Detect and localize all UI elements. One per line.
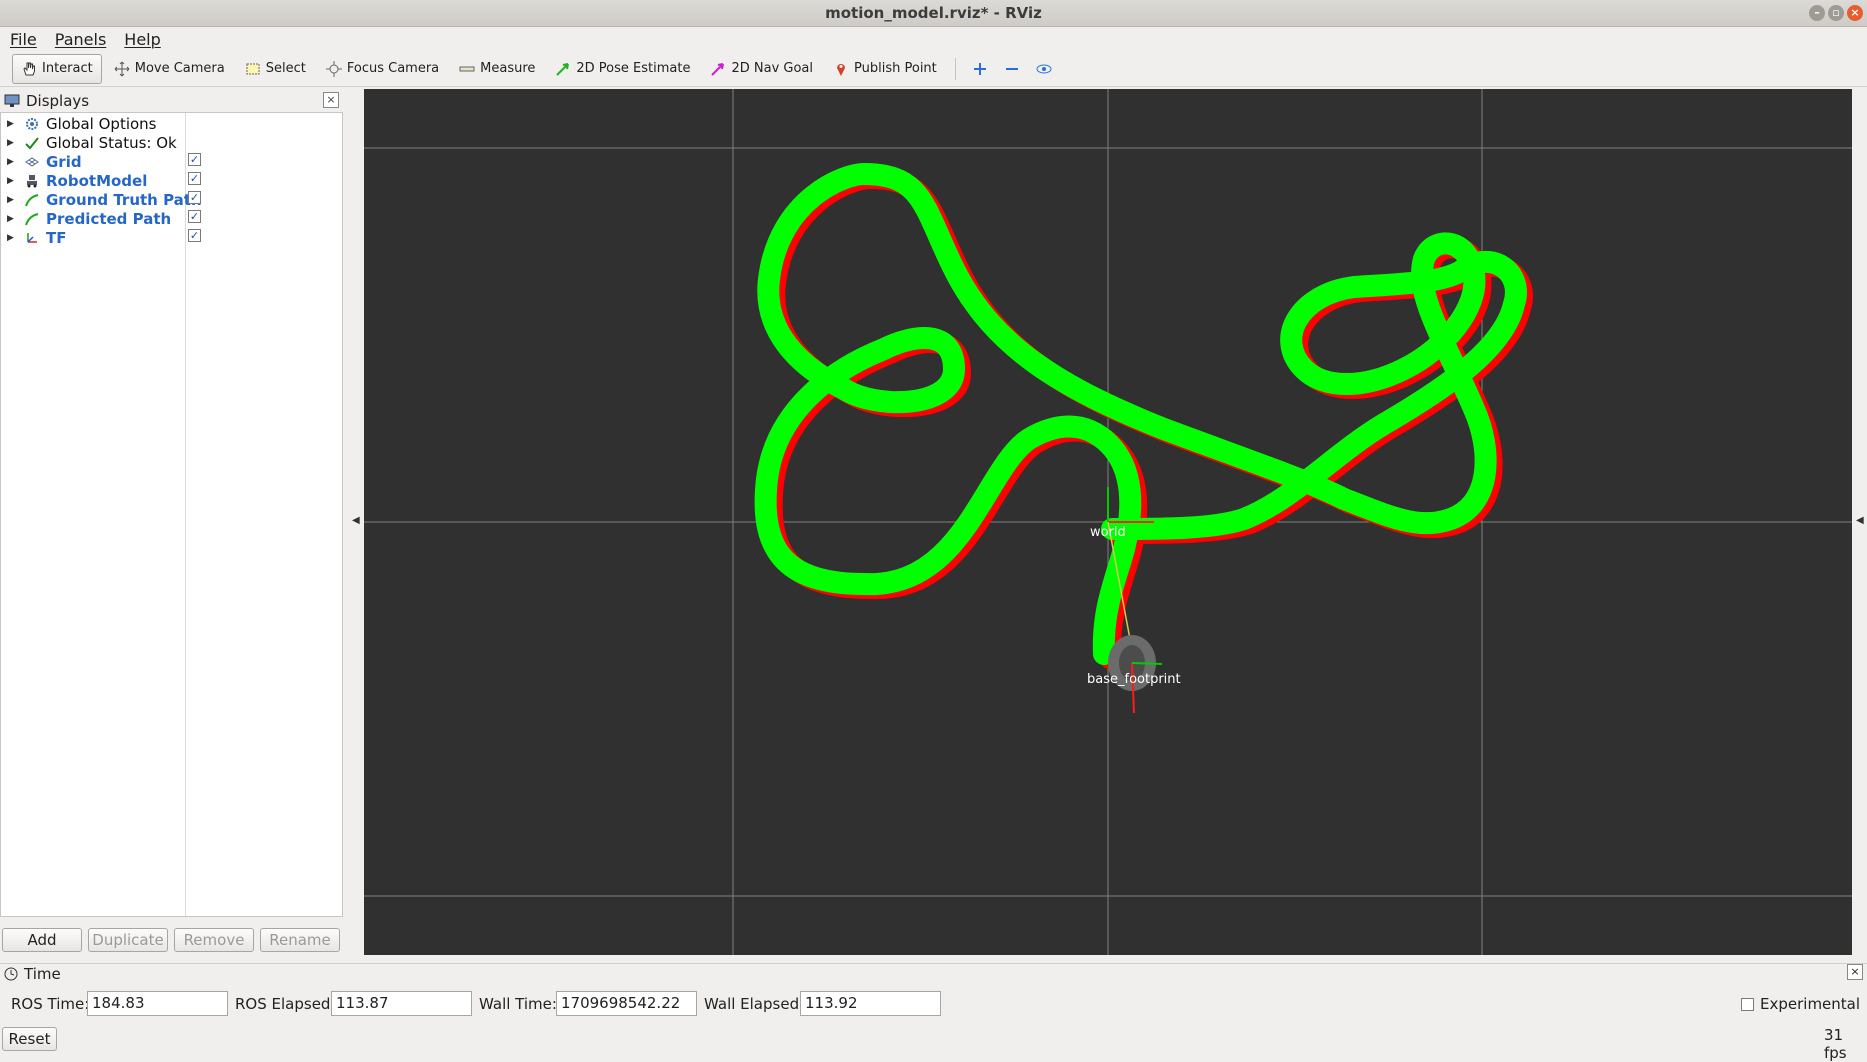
grid-enabled-checkbox[interactable]: ✓ [188, 153, 201, 166]
tool-move-camera[interactable]: Move Camera [106, 54, 233, 84]
tf-enabled-checkbox[interactable]: ✓ [188, 229, 201, 242]
menu-panels[interactable]: Panels [55, 30, 107, 49]
monitor-icon [4, 94, 20, 107]
display-row-tf[interactable]: ▶ TF [1, 228, 341, 247]
ros-time-label: ROS Time: [11, 995, 90, 1013]
toolbar-separator [954, 57, 956, 80]
displays-tree: ▶ Global Options ▶ Global Status: Ok ▶ G… [0, 112, 343, 917]
select-icon [246, 63, 260, 74]
tool-focus-camera[interactable]: Focus Camera [318, 54, 447, 84]
experimental-toggle[interactable]: Experimental [1741, 995, 1860, 1013]
display-row-global-options[interactable]: ▶ Global Options [1, 114, 341, 133]
fps-readout: 31 fps [1824, 1026, 1847, 1062]
experimental-checkbox[interactable] [1741, 997, 1754, 1011]
time-fields-row: ROS Time: 184.83 ROS Elapsed: 113.87 Wal… [0, 991, 1867, 1016]
checkmark-icon [25, 136, 39, 149]
menu-bar: File Panels Help [0, 27, 1867, 51]
minus-icon [1005, 67, 1018, 70]
ros-time-field[interactable]: 184.83 [87, 991, 228, 1016]
wall-time-label: Wall Time: [479, 995, 557, 1013]
remove-display-button[interactable]: Remove [174, 928, 254, 952]
tool-measure[interactable]: Measure [451, 54, 543, 84]
3d-render-view[interactable]: world base_footprint [364, 89, 1852, 955]
world-frame-label: world [1090, 525, 1126, 540]
add-display-button[interactable]: Add [2, 928, 82, 952]
rename-display-button[interactable]: Rename [260, 928, 340, 952]
experimental-label: Experimental [1760, 995, 1861, 1013]
reset-time-button[interactable]: Reset [2, 1027, 57, 1051]
expand-arrow-icon[interactable]: ▶ [7, 119, 17, 129]
view-options-button[interactable] [1030, 55, 1058, 83]
display-row-robotmodel[interactable]: ▶ RobotModel [1, 171, 341, 190]
clock-icon [4, 967, 18, 980]
ros-elapsed-label: ROS Elapsed: [235, 995, 336, 1013]
display-row-predicted-path[interactable]: ▶ Predicted Path [1, 209, 341, 228]
tf-axes-icon [27, 232, 37, 243]
predicted-path-enabled-checkbox[interactable]: ✓ [188, 210, 201, 223]
ground-truth-path-enabled-checkbox[interactable]: ✓ [188, 191, 201, 204]
displays-close-button[interactable]: × [323, 92, 339, 108]
collapse-left-panel-handle[interactable]: ◀ [352, 515, 360, 526]
pose-estimate-arrow-icon [556, 62, 570, 76]
tool-2d-nav-goal[interactable]: 2D Nav Goal [702, 54, 821, 84]
wall-time-field[interactable]: 1709698542.22 [556, 991, 697, 1016]
maximize-button[interactable]: ▫ [1828, 5, 1844, 21]
wall-elapsed-field[interactable]: 113.92 [800, 991, 941, 1016]
robotmodel-enabled-checkbox[interactable]: ✓ [188, 172, 201, 185]
expand-arrow-icon[interactable]: ▶ [7, 233, 17, 243]
time-panel-close-button[interactable]: × [1847, 964, 1863, 980]
path-icon [25, 212, 39, 225]
tool-toolbar: Interact Move Camera Select Focus Camera… [0, 51, 1867, 87]
displays-panel-header: Displays [0, 90, 343, 112]
scene-canvas[interactable]: world base_footprint [364, 89, 1852, 955]
wall-elapsed-label: Wall Elapsed: [704, 995, 805, 1013]
tool-publish-point[interactable]: Publish Point [825, 54, 945, 84]
displays-button-row: Add Duplicate Remove Rename [2, 928, 340, 952]
menu-help[interactable]: Help [124, 30, 160, 49]
minimize-button[interactable]: – [1809, 5, 1825, 21]
robot-icon [27, 174, 37, 187]
tool-2d-pose-estimate[interactable]: 2D Pose Estimate [547, 54, 698, 84]
expand-arrow-icon[interactable]: ▶ [7, 157, 17, 167]
expand-arrow-icon[interactable]: ▶ [7, 195, 17, 205]
window-title-bar: motion_model.rviz* - RViz – ▫ × [0, 0, 1867, 27]
close-window-button[interactable]: × [1847, 5, 1863, 21]
time-panel-header: Time [0, 963, 1867, 983]
ruler-icon [459, 66, 475, 71]
tool-select[interactable]: Select [237, 54, 314, 84]
window-title: motion_model.rviz* - RViz [825, 4, 1042, 22]
expand-arrow-icon[interactable]: ▶ [7, 176, 17, 186]
remove-tool-button[interactable] [998, 55, 1026, 83]
display-row-global-status[interactable]: ▶ Global Status: Ok [1, 133, 341, 152]
map-pin-icon [837, 63, 846, 76]
ros-elapsed-field[interactable]: 113.87 [331, 991, 472, 1016]
focus-camera-icon [325, 60, 342, 77]
display-row-ground-truth-path[interactable]: ▶ Ground Truth Path [1, 190, 341, 209]
hand-icon [23, 62, 35, 75]
collapse-right-panel-handle[interactable]: ◀ [1856, 515, 1864, 526]
nav-goal-arrow-icon [711, 62, 725, 76]
add-tool-button[interactable] [966, 55, 994, 83]
display-row-grid[interactable]: ▶ Grid [1, 152, 341, 171]
duplicate-display-button[interactable]: Duplicate [88, 928, 168, 952]
move-camera-icon [114, 61, 130, 76]
expand-arrow-icon[interactable]: ▶ [7, 138, 17, 148]
plus-icon [973, 62, 986, 75]
gear-icon [26, 117, 38, 130]
time-panel-title: Time [24, 964, 61, 983]
displays-title: Displays [26, 92, 90, 110]
path-icon [25, 193, 39, 206]
grid-icon [25, 156, 39, 167]
expand-arrow-icon[interactable]: ▶ [7, 214, 17, 224]
base-footprint-label: base_footprint [1087, 672, 1181, 687]
tool-interact[interactable]: Interact [12, 53, 102, 84]
menu-file[interactable]: File [10, 30, 37, 49]
eye-icon [1036, 64, 1052, 73]
